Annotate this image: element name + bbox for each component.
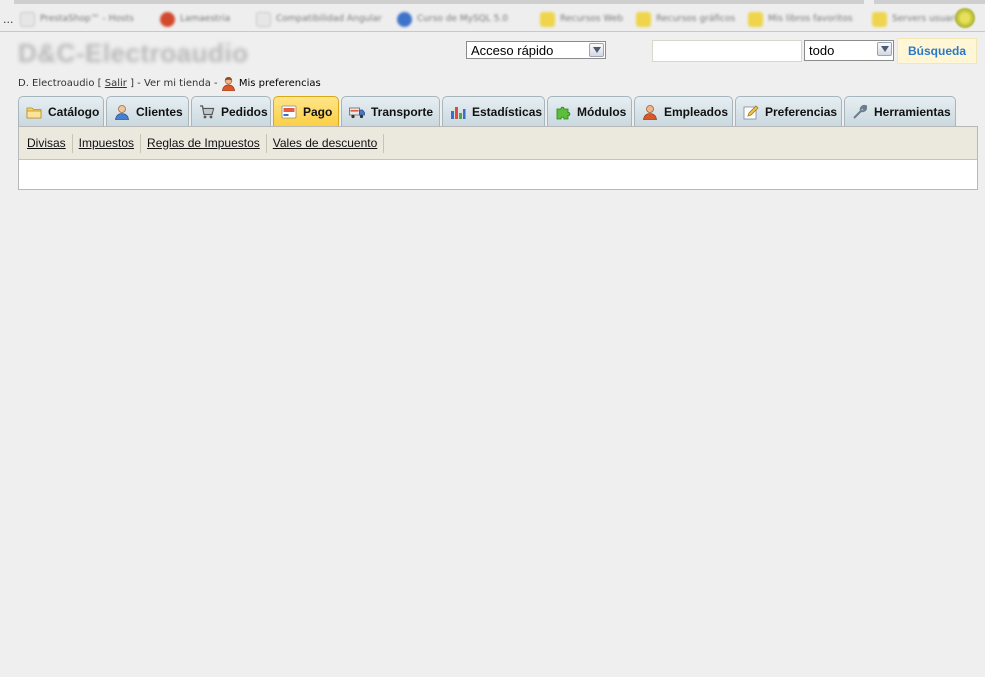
- tab-label: Transporte: [371, 105, 434, 119]
- bookmarks-bar: ... PrestaShop™ - Hosts Lamaestria Compa…: [0, 0, 985, 32]
- bookmark-label: PrestaShop™ - Hosts: [40, 14, 134, 24]
- subnav-vouchers[interactable]: Vales de descuento: [267, 133, 385, 153]
- puzzle-icon: [556, 106, 571, 120]
- tab-label: Pedidos: [221, 105, 268, 119]
- bookmark-label: Compatibilidad Angular: [276, 14, 382, 24]
- my-preferences-link[interactable]: Mis preferencias: [221, 76, 321, 91]
- separator: -: [214, 77, 218, 89]
- tab-tools[interactable]: Herramientas: [844, 96, 956, 127]
- tab-label: Estadísticas: [472, 105, 543, 119]
- folder-icon: [26, 107, 42, 119]
- bookmark-item[interactable]: Compatibilidad Angular: [256, 8, 382, 30]
- employee-icon: [643, 105, 657, 120]
- bookmark-label: Curso de MySQL 5.0: [417, 14, 508, 24]
- subnav-currencies[interactable]: Divisas: [21, 133, 73, 153]
- bookmark-item[interactable]: Recursos gráficos: [636, 8, 735, 30]
- search-scope-select[interactable]: todo: [804, 40, 894, 61]
- folder-icon: [748, 11, 763, 27]
- bookmark-label: Mis libros favoritos: [768, 14, 853, 24]
- chevron-down-icon[interactable]: [589, 43, 604, 57]
- tab-label: Catálogo: [48, 105, 100, 119]
- red-circle-icon: [160, 11, 175, 27]
- search-scope-value: todo: [809, 43, 835, 58]
- tab-label: Herramientas: [874, 105, 951, 119]
- folder-icon: [540, 11, 555, 27]
- subnav-tax-rules[interactable]: Reglas de Impuestos: [141, 133, 267, 153]
- bar-chart-icon: [451, 107, 466, 119]
- tab-employees[interactable]: Empleados: [634, 96, 733, 127]
- user-icon: [221, 76, 235, 91]
- bookmark-label: Recursos gráficos: [656, 14, 736, 24]
- wrench-icon: [853, 104, 868, 119]
- tab-label: Clientes: [136, 105, 183, 119]
- sub-navigation: Divisas Impuestos Reglas de Impuestos Va…: [19, 127, 977, 160]
- bookmark-item[interactable]: Mis libros favoritos: [748, 8, 853, 30]
- bookmark-item[interactable]: Recursos Web: [540, 8, 623, 30]
- tab-catalog[interactable]: Catálogo: [18, 96, 104, 127]
- my-preferences-label: Mis preferencias: [238, 77, 321, 89]
- tab-strip-left: [14, 0, 864, 4]
- tab-preferences[interactable]: Preferencias: [735, 96, 842, 127]
- payment-card-icon: [281, 105, 297, 119]
- tab-strip-right: [874, 0, 985, 4]
- bracket-open: [: [97, 77, 102, 89]
- separator: -: [137, 77, 141, 89]
- search-input[interactable]: [652, 40, 802, 62]
- bookmark-item[interactable]: Curso de MySQL 5.0: [397, 8, 508, 30]
- edit-icon: [743, 105, 759, 120]
- quick-access-value: Acceso rápido: [471, 42, 554, 58]
- tab-modules[interactable]: Módulos: [547, 96, 632, 127]
- tab-orders[interactable]: Pedidos: [191, 96, 271, 127]
- bookmarks-overflow[interactable]: ...: [3, 13, 14, 26]
- content-panel: Divisas Impuestos Reglas de Impuestos Va…: [18, 126, 978, 190]
- tab-label: Pago: [303, 105, 333, 119]
- tab-customers[interactable]: Clientes: [106, 96, 189, 127]
- folder-icon: [872, 11, 887, 27]
- quick-access-select[interactable]: Acceso rápido: [466, 41, 606, 59]
- search-button[interactable]: Búsqueda: [897, 38, 977, 64]
- blue-globe-icon: [397, 11, 412, 27]
- user-bar: D. Electroaudio [ Salir ] - Ver mi tiend…: [18, 76, 321, 91]
- page-icon: [20, 11, 35, 27]
- customer-icon: [115, 105, 129, 120]
- chevron-down-icon[interactable]: [877, 42, 892, 56]
- logout-link[interactable]: Salir: [105, 78, 127, 89]
- bookmark-item[interactable]: Servers usuarios: [872, 8, 967, 30]
- extension-icon[interactable]: [955, 8, 975, 28]
- bookmark-label: Recursos Web: [560, 14, 624, 24]
- tab-label: Módulos: [577, 105, 627, 119]
- employee-name: D. Electroaudio: [18, 77, 95, 89]
- cart-icon: [200, 105, 215, 119]
- bookmark-label: Lamaestria: [180, 14, 231, 24]
- tab-label: Empleados: [664, 105, 729, 119]
- folder-icon: [636, 11, 651, 27]
- tab-payment[interactable]: Pago: [273, 96, 339, 127]
- bracket-close: ]: [130, 77, 134, 89]
- truck-icon: [349, 107, 365, 119]
- bookmark-item[interactable]: PrestaShop™ - Hosts: [20, 8, 134, 30]
- bookmark-item[interactable]: Lamaestria: [160, 8, 230, 30]
- subnav-taxes[interactable]: Impuestos: [73, 133, 142, 153]
- tab-shipping[interactable]: Transporte: [341, 96, 440, 127]
- tab-stats[interactable]: Estadísticas: [442, 96, 545, 127]
- page-icon: [256, 11, 271, 27]
- tab-label: Preferencias: [765, 105, 838, 119]
- view-store-link[interactable]: Ver mi tienda: [144, 78, 211, 89]
- shop-title: D&C-Electroaudio: [18, 38, 249, 68]
- main-tabs: Catálogo Clientes Pedidos Pago Transport…: [18, 96, 956, 127]
